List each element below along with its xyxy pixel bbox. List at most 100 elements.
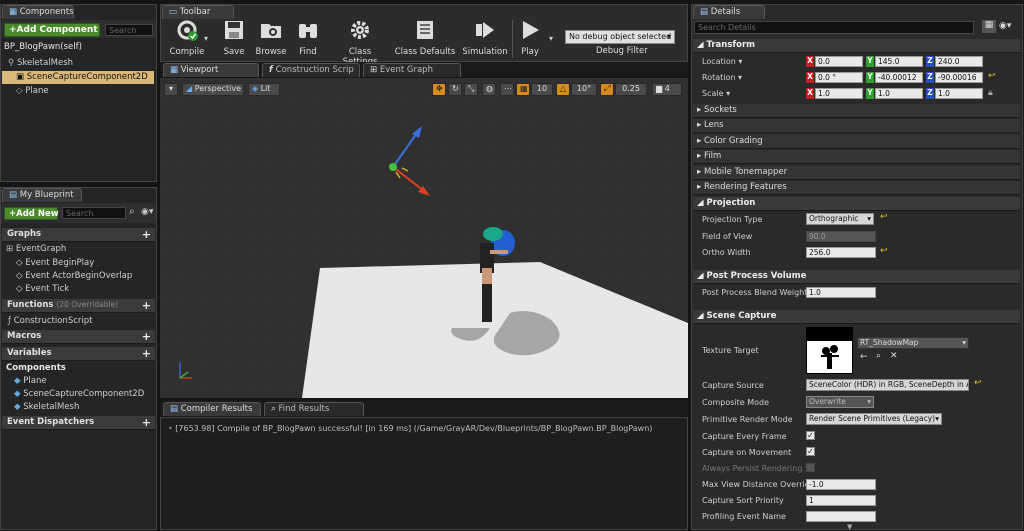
tab-components[interactable]: ▦ Components xyxy=(2,5,74,19)
component-item-plane[interactable]: ◇ Plane xyxy=(16,86,49,96)
debug-object-select[interactable]: No debug object selected ▾ xyxy=(565,30,675,44)
profiling-event-name-field[interactable] xyxy=(806,511,876,522)
add-new-button[interactable]: +Add New xyxy=(4,207,59,220)
perspective-button[interactable]: ◢ Perspective xyxy=(182,83,244,96)
event-item-tick[interactable]: ◇ Event Tick xyxy=(16,284,69,294)
location-y-field[interactable]: 145.0 xyxy=(875,56,923,67)
viewport-canvas[interactable] xyxy=(160,78,688,398)
find-button[interactable]: Find xyxy=(292,18,324,58)
max-view-distance-field[interactable]: -1.0 xyxy=(806,479,876,490)
scale-snap-icon[interactable]: ⤢ xyxy=(600,83,614,96)
add-component-button[interactable]: +Add Component xyxy=(4,23,100,37)
section-rendering-features[interactable]: ▸ Rendering Features xyxy=(693,181,1020,195)
eye-icon[interactable]: ◉▾ xyxy=(999,21,1011,31)
section-scene-capture[interactable]: ◢ Scene Capture xyxy=(693,310,1020,324)
tab-construction-script[interactable]: f Construction Scrip xyxy=(262,63,360,77)
browse-button[interactable]: Browse xyxy=(255,18,287,58)
location-label[interactable]: Location ▾ xyxy=(702,57,742,66)
event-item-overlap[interactable]: ◇ Event ActorBeginOverlap xyxy=(16,271,132,281)
world-space-icon[interactable]: ◍ xyxy=(482,83,496,96)
class-defaults-button[interactable]: Class Defaults xyxy=(394,18,456,58)
rotation-y-field[interactable]: -40.00012 xyxy=(875,72,923,83)
root-component[interactable]: BP_BlogPawn(self) xyxy=(4,42,82,52)
rotate-mode-icon[interactable]: ↻ xyxy=(448,83,462,96)
save-button[interactable]: Save xyxy=(210,18,258,58)
graphs-header[interactable]: Graphs + xyxy=(2,228,155,242)
search-icon[interactable]: ⌕ xyxy=(129,206,135,217)
simulation-button[interactable]: Simulation xyxy=(461,18,509,58)
component-item-skeletalmesh[interactable]: ⚲ SkeletalMesh xyxy=(8,58,73,68)
reset-arrow-icon[interactable]: ↩ xyxy=(988,71,996,81)
rotation-x-field[interactable]: 0.0 ° xyxy=(815,72,863,83)
reset-arrow-icon[interactable]: ↩ xyxy=(880,212,888,222)
reset-arrow-icon[interactable]: ↩ xyxy=(880,246,888,256)
details-search-input[interactable]: Search Details xyxy=(694,21,974,34)
render-target-thumbnail[interactable] xyxy=(806,327,853,374)
event-dispatchers-header[interactable]: Event Dispatchers + xyxy=(2,416,155,430)
variable-item-skeletalmesh[interactable]: ◆ SkeletalMesh xyxy=(14,402,79,412)
camera-speed-button[interactable]: ▆ 4 xyxy=(652,83,682,96)
translate-mode-icon[interactable]: ✥ xyxy=(432,83,446,96)
rotation-label[interactable]: Rotation ▾ xyxy=(702,73,742,82)
function-item-construction[interactable]: ƒ ConstructionScript xyxy=(8,316,92,326)
projection-type-select[interactable]: Orthographic ▾ xyxy=(806,213,874,225)
capture-sort-priority-field[interactable]: 1 xyxy=(806,495,876,506)
components-search-input[interactable]: Search xyxy=(105,24,153,36)
surface-snap-icon[interactable]: ⋯ xyxy=(500,83,514,96)
capture-on-movement-checkbox[interactable]: ✓ xyxy=(806,447,815,456)
play-button[interactable]: Play xyxy=(514,18,546,58)
section-lens[interactable]: ▸ Lens xyxy=(693,119,1020,133)
class-settings-button[interactable]: Class Settings xyxy=(331,18,389,67)
ortho-width-field[interactable]: 256.0 xyxy=(806,247,876,258)
add-variable-icon[interactable]: + xyxy=(142,347,151,360)
tab-details[interactable]: ▤ Details xyxy=(693,5,765,19)
functions-header[interactable]: Functions (20 Overridable) + xyxy=(2,299,155,313)
primitive-render-mode-select[interactable]: Render Scene Primitives (Legacy) ▾ xyxy=(806,413,942,425)
section-film[interactable]: ▸ Film xyxy=(693,150,1020,164)
variables-header[interactable]: Variables + xyxy=(2,347,155,361)
blueprint-search-input[interactable]: Search xyxy=(62,207,126,219)
event-graph-item[interactable]: ⊞ EventGraph xyxy=(6,244,66,254)
rotation-z-field[interactable]: -90.00016 xyxy=(935,72,983,83)
location-z-field[interactable]: 240.0 xyxy=(935,56,983,67)
blend-weight-field[interactable]: 1.0 xyxy=(806,287,876,298)
scale-z-field[interactable]: 1.0 xyxy=(935,88,983,99)
tab-toolbar[interactable]: ▭ Toolbar xyxy=(162,5,234,19)
section-projection[interactable]: ◢ Projection xyxy=(693,197,1020,211)
use-selected-icon[interactable]: ← xyxy=(860,352,868,362)
tab-compiler-results[interactable]: ▤ Compiler Results xyxy=(163,402,261,416)
lock-icon[interactable]: 🔒︎ xyxy=(988,88,993,98)
section-transform[interactable]: ◢ Transform xyxy=(693,39,1020,53)
section-post-process-volume[interactable]: ◢ Post Process Volume xyxy=(693,270,1020,284)
variable-item-plane[interactable]: ◆ Plane xyxy=(14,376,47,386)
scale-label[interactable]: Scale ▾ xyxy=(702,89,730,98)
play-dropdown-icon[interactable]: ▾ xyxy=(549,34,553,43)
tab-find-results[interactable]: ⌕ Find Results xyxy=(264,402,364,416)
search-icon[interactable]: ⌕ xyxy=(876,351,881,361)
location-x-field[interactable]: 0.0 xyxy=(815,56,863,67)
eye-icon[interactable]: ◉▾ xyxy=(141,207,153,217)
section-color-grading[interactable]: ▸ Color Grading xyxy=(693,135,1020,149)
event-item-beginplay[interactable]: ◇ Event BeginPlay xyxy=(16,258,94,268)
capture-source-select[interactable]: SceneColor (HDR) in RGB, SceneDepth in A xyxy=(806,379,969,391)
scale-x-field[interactable]: 1.0 xyxy=(815,88,863,99)
scale-mode-icon[interactable]: ⤡ xyxy=(464,83,478,96)
macros-header[interactable]: Macros + xyxy=(2,330,155,344)
reset-arrow-icon[interactable]: ↩ xyxy=(974,378,982,388)
viewport-options-icon[interactable]: ▾ xyxy=(164,83,178,96)
compile-dropdown-icon[interactable]: ▾ xyxy=(204,34,208,43)
lit-button[interactable]: ◈ Lit xyxy=(248,83,280,96)
variables-components-header[interactable]: Components xyxy=(6,363,66,373)
tab-viewport[interactable]: ▦ Viewport xyxy=(163,63,259,77)
grid-view-icon[interactable]: ▦ xyxy=(982,20,996,33)
texture-target-select[interactable]: RT_ShadowMap ▾ xyxy=(857,337,969,349)
add-function-icon[interactable]: + xyxy=(142,299,151,312)
grid-snap-value[interactable]: 10 xyxy=(531,83,553,96)
scale-snap-value[interactable]: 0.25 xyxy=(615,83,647,96)
tab-my-blueprint[interactable]: ▤ My Blueprint xyxy=(2,188,82,202)
grid-snap-icon[interactable]: ▦ xyxy=(516,83,530,96)
add-macro-icon[interactable]: + xyxy=(142,330,151,343)
capture-every-frame-checkbox[interactable]: ✓ xyxy=(806,431,815,440)
add-dispatcher-icon[interactable]: + xyxy=(142,416,151,429)
rotation-snap-icon[interactable]: △ xyxy=(556,83,570,96)
